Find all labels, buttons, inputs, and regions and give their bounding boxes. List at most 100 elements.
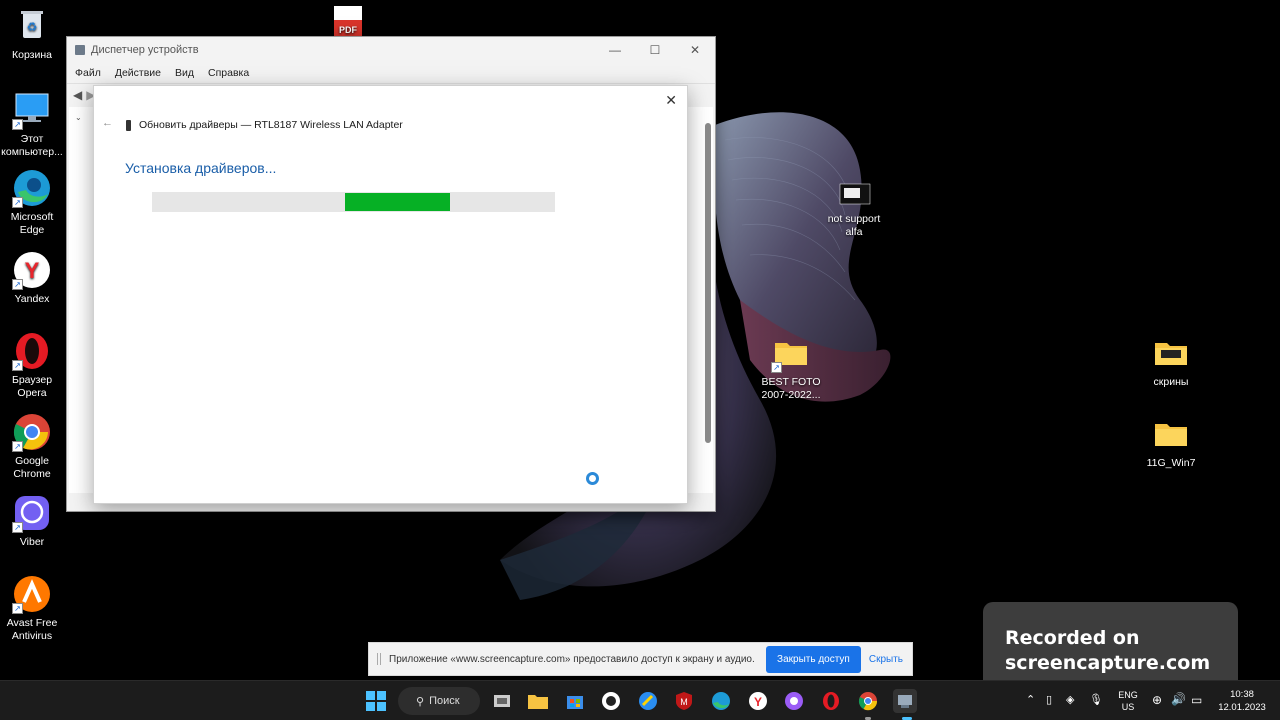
taskbar: ⚲ Поиск M Y ⌃ ▯ ◈ 🎙 ENG US ⊕ 🔊 ▭ 10:38 1… xyxy=(0,680,1280,720)
taskbar-device-manager[interactable] xyxy=(893,689,917,713)
installing-heading: Установка драйверов... xyxy=(125,160,277,176)
drag-handle-icon[interactable] xyxy=(377,653,381,665)
minimize-icon[interactable]: — xyxy=(595,37,635,63)
svg-text:Y: Y xyxy=(754,695,762,709)
task-view-icon xyxy=(494,695,510,707)
recycle-bin-icon: ♻ xyxy=(12,6,52,46)
shortcut-arrow-icon: ↗ xyxy=(12,522,23,533)
start-button[interactable] xyxy=(364,689,388,713)
desktop-icon-label: Google Chrome xyxy=(13,455,51,480)
menu-help[interactable]: Справка xyxy=(208,67,249,79)
close-icon[interactable]: ✕ xyxy=(675,37,715,63)
chrome-icon xyxy=(858,692,878,711)
window-controls: — ☐ ✕ xyxy=(595,37,715,63)
back-arrow-icon[interactable]: ← xyxy=(102,117,113,129)
chrome-icon: ↗ xyxy=(12,412,52,452)
desktop-icon-label: Viber xyxy=(19,536,45,548)
window-title: Диспетчер устройств xyxy=(91,44,199,56)
language-indicator[interactable]: ENG US xyxy=(1114,689,1142,713)
battery-icon[interactable]: ▭ xyxy=(1191,694,1202,706)
maximize-icon[interactable]: ☐ xyxy=(635,37,675,63)
taskbar-app-feather[interactable] xyxy=(636,689,660,713)
menu-action[interactable]: Действие xyxy=(115,67,161,79)
back-arrow-icon[interactable]: ◀ xyxy=(73,88,82,102)
desktop-icon-chrome[interactable]: ↗ Google Chrome xyxy=(0,412,64,481)
desktop-icon-not-support[interactable]: not support alfa xyxy=(822,182,886,239)
taskbar-search[interactable]: ⚲ Поиск xyxy=(398,687,480,715)
taskbar-chrome[interactable] xyxy=(856,689,880,713)
dialog-header-text: Обновить драйверы — RTL8187 Wireless LAN… xyxy=(139,119,403,131)
desktop-icon-avast[interactable]: ↗ Avast Free Antivirus xyxy=(0,574,64,643)
desktop-icon-label: BEST FOTO 2007-2022... xyxy=(761,376,821,401)
taskbar-alice[interactable] xyxy=(782,689,806,713)
desktop-icon-win7[interactable]: 11G_Win7 xyxy=(1139,414,1203,470)
recording-line-2: screencapture.com xyxy=(1005,652,1211,674)
folder-icon xyxy=(1151,414,1191,454)
shortcut-arrow-icon: ↗ xyxy=(12,197,23,208)
desktop-icon-this-pc[interactable]: ↗ Этот компьютер... xyxy=(0,90,64,159)
microphone-icon[interactable]: 🎙 xyxy=(1089,694,1103,706)
pdf-badge-text: PDF xyxy=(339,25,358,35)
desktop-icon-viber[interactable]: ↗ Viber xyxy=(0,493,64,549)
layout-label: US xyxy=(1121,702,1135,712)
desktop-icon-yandex[interactable]: Y ↗ Yandex xyxy=(0,250,64,306)
edge-icon xyxy=(712,692,730,710)
task-view-button[interactable] xyxy=(490,689,514,713)
taskbar-app-circle[interactable] xyxy=(599,689,623,713)
shortcut-arrow-icon: ↗ xyxy=(12,441,23,452)
close-icon[interactable]: ✕ xyxy=(665,92,677,109)
volume-icon[interactable]: 🔊 xyxy=(1171,693,1186,705)
desktop-icon-edge[interactable]: ↗ Microsoft Edge xyxy=(0,168,64,237)
shortcut-arrow-icon: ↗ xyxy=(12,360,23,371)
progress-fill xyxy=(345,193,450,211)
device-manager-icon xyxy=(898,695,912,708)
desktop-icon-best-foto[interactable]: ↗ BEST FOTO 2007-2022... xyxy=(759,333,823,402)
install-progress-bar xyxy=(152,192,555,212)
chevron-down-icon[interactable]: ⌄ xyxy=(75,113,82,122)
clock-date: 12.01.2023 xyxy=(1218,702,1266,713)
usb-tray-icon[interactable]: ▯ xyxy=(1046,694,1052,706)
network-icon[interactable]: ⊕ xyxy=(1152,694,1162,706)
usb-device-icon xyxy=(126,119,131,131)
viber-icon: ↗ xyxy=(12,493,52,533)
taskbar-edge[interactable] xyxy=(709,689,733,713)
taskbar-opera[interactable] xyxy=(819,689,843,713)
desktop-icon-label: Yandex xyxy=(14,293,50,305)
desktop-icon-opera[interactable]: ↗ Браузер Opera xyxy=(0,331,64,400)
desktop-icon-recycle-bin[interactable]: ♻ Корзина xyxy=(0,6,64,62)
stop-sharing-button[interactable]: Закрыть доступ xyxy=(766,645,861,673)
avast-icon: ↗ xyxy=(12,574,52,614)
desktop-icon-pdf[interactable]: PDF xyxy=(316,0,380,41)
dialog-header: Обновить драйверы — RTL8187 Wireless LAN… xyxy=(126,119,403,131)
shortcut-arrow-icon: ↗ xyxy=(771,362,782,373)
loading-spinner-icon xyxy=(586,472,599,485)
search-icon: ⚲ xyxy=(416,695,425,708)
shield-icon: M xyxy=(676,692,692,710)
menu-view[interactable]: Вид xyxy=(175,67,194,79)
yandex-icon: Y xyxy=(749,692,767,710)
taskbar-store[interactable] xyxy=(563,689,587,713)
clock[interactable]: 10:38 12.01.2023 xyxy=(1214,688,1270,714)
chevron-up-icon[interactable]: ⌃ xyxy=(1026,694,1035,706)
shortcut-arrow-icon: ↗ xyxy=(12,279,23,290)
taskbar-explorer[interactable] xyxy=(526,689,550,713)
desktop-icon-label: скрины xyxy=(1153,376,1189,388)
svg-text:M: M xyxy=(680,697,688,707)
scrollbar[interactable] xyxy=(705,123,711,443)
hide-button[interactable]: Скрыть xyxy=(869,654,903,665)
desktop-icon-label: Браузер Opera xyxy=(11,374,53,399)
feather-app-icon xyxy=(639,692,657,710)
desktop-icon-skriny[interactable]: скрины xyxy=(1139,333,1203,389)
defender-tray-icon[interactable]: ◈ xyxy=(1066,694,1074,706)
folder-icon xyxy=(528,695,548,709)
desktop-icon-label: Avast Free Antivirus xyxy=(6,617,58,642)
image-file-icon xyxy=(834,182,874,210)
menu-file[interactable]: Файл xyxy=(75,67,101,79)
pdf-file-icon: PDF xyxy=(328,0,368,38)
screen-share-bar: Приложение «www.screencapture.com» предо… xyxy=(368,642,913,676)
menu-bar: Файл Действие Вид Справка xyxy=(67,63,715,83)
update-driver-dialog: ✕ ← Обновить драйверы — RTL8187 Wireless… xyxy=(93,85,688,504)
taskbar-yandex[interactable]: Y xyxy=(746,689,770,713)
taskbar-mcafee[interactable]: M xyxy=(672,689,696,713)
shortcut-arrow-icon: ↗ xyxy=(12,603,23,614)
